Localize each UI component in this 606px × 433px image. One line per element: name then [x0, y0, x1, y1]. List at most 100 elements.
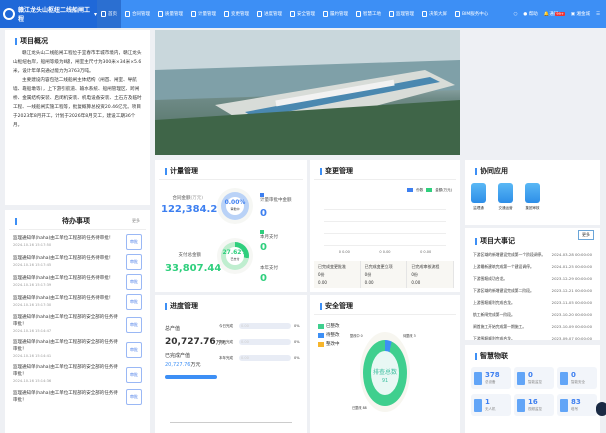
- approve-button[interactable]: 审批: [126, 294, 142, 310]
- nav-item[interactable]: 决策大屏: [418, 0, 451, 28]
- event-item[interactable]: 下游区域的新增建设完成第一个阶段调停。 2024-03-28 00:00:00: [465, 249, 600, 261]
- iot-tile[interactable]: 1 无人机: [471, 394, 511, 416]
- approve-button[interactable]: 审批: [126, 274, 142, 290]
- help-label: 帮助: [528, 12, 538, 17]
- events-panel: 更多 项目大事记 下游区域的新增建设完成第一个阶段调停。 2024-03-28 0…: [465, 228, 600, 340]
- done-progress-bar: [165, 375, 217, 379]
- todo-item: 监理通知单(haha)由工单位工程部的任务待审批！ 2024-10-16 15:1…: [5, 294, 150, 310]
- iot-panel: 智慧物联 378 总设备 0 智能监控 0 智能安全 1 无人机 16 视频监控 83 塔吊: [465, 345, 600, 433]
- search-icon[interactable]: ○: [513, 12, 517, 17]
- progress-row: 本年完成 0.00 0%: [219, 355, 300, 361]
- todo-time: 2024-10-16 15:14:41: [13, 354, 52, 358]
- event-date: 2023-12-29 00:00:00: [551, 276, 592, 281]
- change-stat: 已完成审核流程 0份 0.00: [407, 261, 455, 288]
- todo-text[interactable]: 监理通知单(haha)由工单位工程部的安全部的任务待审批！: [13, 364, 118, 378]
- event-item[interactable]: 上游围堰顺利完成合龙。 2023-11-05 00:00:00: [465, 297, 600, 309]
- iot-value: 0: [571, 371, 576, 379]
- approve-button[interactable]: 审批: [126, 389, 142, 405]
- event-item[interactable]: 闸首施工开始完成第一期施工。 2023-10-09 00:00:00: [465, 321, 600, 333]
- app-shortcut[interactable]: 集团审核: [525, 183, 540, 211]
- legend-label: 待整改: [326, 333, 340, 338]
- iot-tile[interactable]: 0 智能监控: [514, 367, 554, 389]
- nav-item[interactable]: 智慧工地: [352, 0, 385, 28]
- event-item[interactable]: 下游围堰顺利完成合龙。 2023-09-07 00:00:00: [465, 333, 600, 340]
- todo-text[interactable]: 监理通知单(haha)由工单位工程部的任务待审批！: [13, 295, 118, 302]
- todo-time: 2024-10-16 15:14:36: [13, 379, 52, 383]
- x-tick-label: 0 0.00: [379, 250, 391, 254]
- approve-button[interactable]: 审批: [126, 234, 142, 250]
- nav-icon: [290, 11, 295, 17]
- nav-item[interactable]: 首页: [97, 0, 121, 28]
- iot-tile[interactable]: 0 智能安全: [557, 367, 597, 389]
- nav-item[interactable]: 质量管理: [154, 0, 187, 28]
- nav-item[interactable]: 进度管理: [253, 0, 286, 28]
- stat-amount: 0.00: [411, 280, 421, 285]
- nav-item[interactable]: 安全管理: [286, 0, 319, 28]
- app-logo[interactable]: 赣江龙头山枢纽二线船闸工程 ▾: [0, 0, 97, 28]
- event-text: 下游区域的新增建设完成第二阶段。: [473, 288, 534, 293]
- approve-button[interactable]: 审批: [126, 316, 142, 333]
- donut-center-label: 排查总数: [372, 369, 397, 376]
- event-date: 2024-03-28 00:00:00: [551, 252, 592, 257]
- iot-tile[interactable]: 16 视频监控: [514, 394, 554, 416]
- progress-percent: 0%: [294, 340, 300, 344]
- nav-label: 智慧工地: [363, 12, 381, 17]
- iot-value: 83: [571, 398, 581, 406]
- panel-title: 待办事项: [62, 217, 90, 225]
- progress-value: 0.00: [241, 340, 249, 344]
- nav-item[interactable]: BIM服务中心: [451, 0, 492, 28]
- approve-button[interactable]: 审批: [126, 366, 142, 383]
- nav-item[interactable]: 变更管理: [220, 0, 253, 28]
- todo-text[interactable]: 监理通知单(haha)由工单位工程部的任务待审批！: [13, 235, 118, 242]
- help-link[interactable]: ● 帮助: [523, 11, 537, 17]
- scrollbar[interactable]: [170, 422, 292, 423]
- iot-tile[interactable]: 378 总设备: [471, 367, 511, 389]
- todo-text[interactable]: 监理通知单(haha)由工单位工程部的任务待审批！: [13, 255, 118, 262]
- iot-tile[interactable]: 83 塔吊: [557, 394, 597, 416]
- todo-item: 监理通知单(haha)由工单位工程部的任务待审批！ 2024-10-16 15:1…: [5, 254, 150, 270]
- approve-button[interactable]: 审批: [126, 254, 142, 270]
- nav-label: BIM服务中心: [462, 12, 489, 17]
- legend-swatch: [318, 332, 324, 338]
- todo-text[interactable]: 监理通知单(haha)由工单位工程部的任务待审批！: [13, 275, 118, 282]
- app-label: 集团审核: [525, 206, 540, 210]
- nav-item[interactable]: 合同管理: [121, 0, 154, 28]
- todo-text[interactable]: 监理通知单(haha)由工单位工程部的安全部的任务待审批！: [13, 390, 118, 404]
- nav-item[interactable]: 计量管理: [187, 0, 220, 28]
- menu-icon[interactable]: ☰: [596, 12, 600, 17]
- assistant-robot-icon[interactable]: [596, 402, 606, 416]
- user-menu[interactable]: ▣ 湘金城: [571, 11, 590, 17]
- overview-text: 主要建设内容包括二线船闸主体结构（闸首、闸室、导航墙、靠船墩等），上下游引航道、…: [13, 78, 142, 128]
- legend-item[interactable]: 整改中: [318, 341, 340, 347]
- total-value: 20,727.76: [165, 337, 216, 347]
- event-item[interactable]: 下游区域的新增建设完成第二阶段。 2023-12-21 00:00:00: [465, 285, 600, 297]
- progress-label: 本年完成: [219, 355, 233, 360]
- app-shortcut[interactable]: 监理通: [471, 183, 486, 211]
- todo-time: 2024-10-16 15:14:47: [13, 329, 52, 333]
- project-banner-image: [155, 30, 460, 155]
- event-item[interactable]: 上游最新建筑完成第一个建设调停。 2024-01-25 00:00:00: [465, 261, 600, 273]
- legend-item[interactable]: 已整改: [318, 323, 340, 329]
- device-icon: [474, 371, 482, 385]
- approve-button[interactable]: 审批: [126, 341, 142, 358]
- more-link[interactable]: 更多: [132, 218, 140, 224]
- nav-item[interactable]: 监理管理: [385, 0, 418, 28]
- panel-title: 进度管理: [159, 295, 303, 314]
- app-shortcut[interactable]: 交通运营: [498, 183, 513, 211]
- more-button[interactable]: 更多: [578, 230, 594, 240]
- progress-bar: 0.00: [239, 339, 291, 345]
- donut-label-done: 已整改 88: [352, 406, 367, 410]
- todo-text[interactable]: 监理通知单(haha)由工单位工程部的安全部的任务待审批！: [13, 339, 118, 353]
- contract-amount: 122,384.27: [161, 204, 225, 215]
- event-item[interactable]: 下游围堰成功合龙。 2023-12-29 00:00:00: [465, 273, 600, 285]
- notify-link[interactable]: 🔔通知99+: [544, 11, 565, 17]
- app-title: 赣江龙头山枢纽二线船闸工程: [18, 7, 91, 23]
- nav-label: 决策大屏: [429, 12, 447, 17]
- todo-text[interactable]: 监理通知单(haha)由工单位工程部的安全部的任务待审批！: [13, 314, 118, 328]
- progress-label: 本月完成: [219, 339, 233, 344]
- nav-item[interactable]: 履约管理: [319, 0, 352, 28]
- event-item[interactable]: 航工新闸完成第一阶段。 2023-10-20 00:00:00: [465, 309, 600, 321]
- event-date: 2023-11-05 00:00:00: [551, 300, 592, 305]
- todo-item: 监理通知单(haha)由工单位工程部的安全部的任务待审批！ 审批: [5, 389, 150, 405]
- legend-item[interactable]: 待整改: [318, 332, 340, 338]
